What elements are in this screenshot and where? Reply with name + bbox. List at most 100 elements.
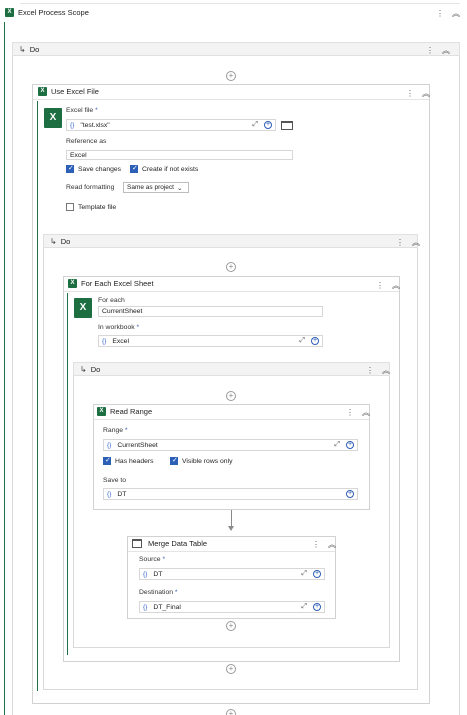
excel-process-scope-header[interactable]: X Excel Process Scope (5, 5, 463, 20)
source-label: Source * (139, 556, 166, 563)
checkbox-checked-icon[interactable] (170, 456, 178, 465)
add-activity-button[interactable]: + (226, 71, 236, 81)
add-activity-button[interactable]: + (226, 709, 236, 715)
scope-controls: ⋮ ︽ (436, 8, 460, 19)
destination-label: Destination * (139, 589, 178, 596)
template-file-checkbox[interactable]: Template file (66, 203, 116, 211)
more-options-icon[interactable]: ⋮ (396, 238, 404, 247)
plus-icon[interactable]: + (264, 121, 272, 129)
excel-file-value: "test.xlsx" (80, 121, 110, 129)
add-activity-button[interactable]: + (226, 664, 236, 674)
add-activity-button[interactable]: + (226, 262, 236, 272)
create-if-not-exists-checkbox[interactable]: Create if not exists (130, 164, 198, 173)
folder-icon[interactable] (281, 121, 293, 130)
collapse-icon[interactable]: ︽ (442, 45, 450, 56)
expand-icon[interactable]: ⤢ (301, 603, 307, 611)
merge-data-table-header[interactable]: Merge Data Table (132, 536, 302, 551)
collapse-icon[interactable]: ︽ (382, 365, 390, 376)
use-excel-controls: ⋮ ︽ (406, 88, 430, 99)
more-options-icon[interactable]: ⋮ (346, 408, 354, 417)
excel-icon: X (68, 279, 80, 288)
excel-file-label: Excel file * (66, 107, 98, 114)
more-options-icon[interactable]: ⋮ (376, 281, 384, 290)
plus-icon[interactable]: + (346, 441, 354, 449)
read-formatting-label: Read formatting (66, 184, 115, 191)
expression-icon[interactable]: {} (107, 442, 111, 449)
save-to-label: Save to (103, 477, 127, 484)
in-workbook-value: Excel (112, 337, 129, 345)
checkbox-unchecked-icon[interactable] (66, 203, 74, 211)
outer-do-controls: ⋮ ︽ (426, 45, 450, 56)
plus-icon[interactable]: + (313, 570, 321, 578)
do-arrow-icon: ↳ (19, 44, 26, 54)
range-field[interactable]: {} CurrentSheet ⤢ + (103, 439, 358, 451)
for-each-left-rail (67, 293, 68, 655)
read-range-header-divider (94, 419, 369, 420)
do-arrow-icon: ↳ (80, 364, 87, 374)
excel-icon: X (5, 8, 17, 17)
expression-icon[interactable]: {} (143, 604, 147, 611)
sheet-do-header[interactable]: ↳ Do (73, 362, 390, 376)
add-activity-button[interactable]: + (226, 621, 236, 631)
save-to-field[interactable]: {} DT + (103, 488, 358, 500)
excel-file-icon: X (44, 108, 66, 128)
reference-as-field[interactable]: Excel (66, 150, 293, 160)
use-excel-file-header[interactable]: X Use Excel File (38, 84, 418, 99)
inner-do-label: Do (60, 236, 71, 246)
for-each-value: CurrentSheet (102, 308, 143, 315)
sheet-do-label: Do (90, 364, 101, 374)
expression-icon[interactable]: {} (70, 122, 74, 129)
expand-icon[interactable]: ⤢ (301, 570, 307, 578)
more-options-icon[interactable]: ⋮ (426, 46, 434, 55)
use-excel-header-divider (33, 99, 429, 100)
collapse-icon[interactable]: ︽ (422, 88, 430, 99)
read-formatting-select[interactable]: Same as project ⌄ (123, 182, 189, 193)
has-headers-checkbox[interactable]: Has headers (103, 456, 154, 465)
collapse-icon[interactable]: ︽ (362, 407, 370, 418)
more-options-icon[interactable]: ⋮ (312, 540, 320, 549)
scope-title: Excel Process Scope (18, 8, 89, 17)
excel-file-field[interactable]: {} "test.xlsx" ⤢ + (66, 119, 276, 131)
do-arrow-icon: ↳ (50, 236, 57, 246)
expand-icon[interactable]: ⤢ (252, 121, 258, 129)
add-activity-button[interactable]: + (226, 391, 236, 401)
collapse-icon[interactable]: ︽ (412, 237, 420, 248)
excel-icon: X (97, 407, 109, 416)
for-each-field[interactable]: CurrentSheet (98, 306, 323, 317)
chevron-down-icon: ⌄ (176, 184, 183, 192)
save-changes-checkbox[interactable]: Save changes (66, 164, 121, 173)
plus-icon[interactable]: + (346, 490, 354, 498)
merge-header-divider (128, 551, 335, 552)
visible-rows-checkbox[interactable]: Visible rows only (170, 456, 233, 465)
collapse-icon[interactable]: ︽ (452, 8, 460, 19)
sheet-do-controls: ⋮ ︽ (366, 365, 390, 376)
checkbox-checked-icon[interactable] (66, 164, 74, 173)
read-range-header[interactable]: X Read Range (97, 404, 337, 419)
expression-icon[interactable]: {} (102, 338, 106, 345)
more-options-icon[interactable]: ⋮ (406, 89, 414, 98)
expression-icon[interactable]: {} (143, 571, 147, 578)
checkbox-checked-icon[interactable] (103, 456, 111, 465)
expand-icon[interactable]: ⤢ (334, 441, 340, 449)
reference-as-value: Excel (70, 151, 87, 159)
read-range-title: Read Range (110, 407, 153, 416)
more-options-icon[interactable]: ⋮ (436, 9, 444, 18)
plus-icon[interactable]: + (311, 337, 319, 345)
source-field[interactable]: {} DT ⤢ + (139, 568, 325, 580)
collapse-icon[interactable]: ︽ (328, 539, 336, 550)
use-excel-left-rail (37, 101, 38, 691)
save-to-value: DT (117, 490, 127, 498)
plus-icon[interactable]: + (313, 603, 321, 611)
outer-do-header[interactable]: ↳ Do (12, 42, 460, 56)
table-icon (132, 539, 142, 548)
checkbox-checked-icon[interactable] (130, 164, 138, 173)
more-options-icon[interactable]: ⋮ (366, 366, 374, 375)
expression-icon[interactable]: {} (107, 491, 111, 498)
collapse-icon[interactable]: ︽ (392, 280, 400, 291)
range-value: CurrentSheet (117, 441, 158, 449)
expand-icon[interactable]: ⤢ (299, 337, 305, 345)
inner-do-header[interactable]: ↳ Do (43, 234, 418, 248)
in-workbook-field[interactable]: {} Excel ⤢ + (98, 335, 323, 347)
destination-field[interactable]: {} DT_Final ⤢ + (139, 601, 325, 613)
for-each-sheet-header[interactable]: X For Each Excel Sheet (68, 276, 368, 291)
